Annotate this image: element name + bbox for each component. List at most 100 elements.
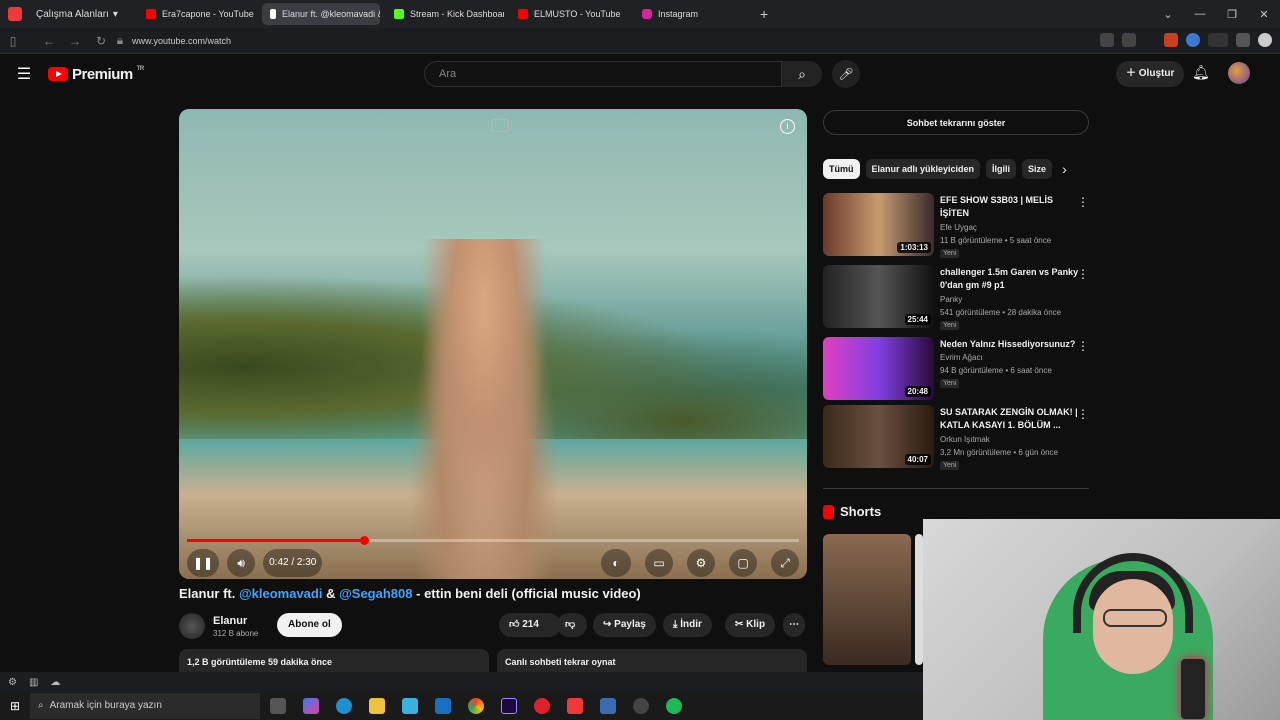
video-player[interactable]: i ❚❚ 🔊︎ 0:42 / 2:30 ◐ ▭ ⚙ ▢ ⤢ — [179, 109, 807, 579]
browser-tab[interactable]: Instagram — [634, 3, 752, 25]
browser-tab-active[interactable]: Elanur ft. @kleomavadi & @ — [262, 3, 380, 25]
subtitles-icon[interactable]: ▭ — [645, 549, 673, 577]
video-thumbnail[interactable]: 20:48 — [823, 337, 934, 400]
pause-icon[interactable]: ❚❚ — [187, 549, 220, 577]
extension-icon[interactable] — [1164, 33, 1178, 47]
miniplayer-icon[interactable] — [491, 119, 509, 132]
tiling-icon[interactable]: ▥ — [29, 677, 38, 688]
chip-for-you[interactable]: Size — [1022, 159, 1053, 179]
forward-icon[interactable]: → — [62, 34, 88, 48]
share-button[interactable]: ↪ Paylaş — [593, 613, 656, 637]
browser-tab[interactable]: Era7capone - YouTube — [138, 3, 256, 25]
youtube-logo[interactable]: Premium TR — [48, 66, 144, 83]
search-icon[interactable]: ⌕ — [782, 61, 822, 87]
reader-icon[interactable] — [1100, 33, 1114, 47]
chevron-right-icon[interactable]: › — [1062, 161, 1067, 177]
premiere-icon[interactable] — [501, 698, 517, 714]
vpn-icon[interactable] — [1208, 33, 1228, 47]
video-thumbnail[interactable]: 40:07 — [823, 405, 934, 468]
short-thumbnail[interactable] — [915, 534, 923, 665]
theater-mode-icon[interactable]: ▢ — [729, 549, 757, 577]
url-field[interactable]: www.youtube.com/watch — [132, 36, 231, 46]
clip-button[interactable]: ✂ Klip — [725, 613, 776, 637]
create-button[interactable]: ＋ Oluştur — [1116, 61, 1185, 87]
recommended-video[interactable]: 25:44 challenger 1.5m Garen vs Panky 0'd… — [823, 265, 1089, 330]
download-button[interactable]: ⤓ İndir — [663, 613, 712, 637]
spotify-icon[interactable] — [666, 698, 682, 714]
more-icon[interactable]: ⋮ — [1077, 339, 1089, 353]
edge-icon[interactable] — [336, 698, 352, 714]
microphone-icon[interactable]: 🎤︎ — [832, 60, 860, 88]
back-icon[interactable]: ← — [36, 34, 62, 48]
video-thumbnail[interactable]: 25:44 — [823, 265, 934, 328]
profile-icon[interactable] — [1258, 33, 1272, 47]
workspaces-menu[interactable]: Çalışma Alanları ▾ — [36, 9, 132, 20]
maximize-icon[interactable]: ❐ — [1216, 8, 1248, 21]
obs-icon[interactable] — [633, 698, 649, 714]
channel-avatar[interactable] — [179, 613, 205, 639]
subscribe-button[interactable]: Abone ol — [277, 613, 342, 637]
minimize-icon[interactable]: — — [1184, 8, 1216, 20]
opera-icon[interactable] — [534, 698, 550, 714]
store-icon[interactable] — [402, 698, 418, 714]
more-icon[interactable]: ⋮ — [1077, 195, 1089, 209]
settings-icon[interactable]: ⚙ — [687, 549, 715, 577]
dislike-icon[interactable]: 👎︎ — [557, 613, 587, 637]
rec-title[interactable]: EFE SHOW S3B03 | MELİS İŞİTEN — [940, 194, 1080, 220]
extension-icon[interactable] — [1186, 33, 1200, 47]
chip-all[interactable]: Tümü — [823, 159, 860, 179]
browser-tab[interactable]: ELMUSTO - YouTube — [510, 3, 628, 25]
bookmark-icon[interactable] — [1122, 33, 1136, 47]
channel-name[interactable]: Elanur — [213, 615, 258, 627]
recommended-video[interactable]: 40:07 SU SATARAK ZENGİN OLMAK! | KATLA K… — [823, 405, 1089, 470]
rec-channel[interactable]: Evrim Ağacı — [940, 353, 983, 362]
settings-icon[interactable]: ⚙ — [8, 677, 17, 688]
task-view-icon[interactable] — [270, 698, 286, 714]
recommended-video[interactable]: 1:03:13 EFE SHOW S3B03 | MELİS İŞİTEN Ef… — [823, 193, 1089, 258]
chip-related[interactable]: İlgili — [986, 159, 1017, 179]
short-thumbnail[interactable] — [823, 534, 911, 665]
vivaldi-logo-icon[interactable] — [8, 7, 22, 21]
avatar[interactable] — [1228, 62, 1250, 84]
chrome-icon[interactable] — [468, 698, 484, 714]
notepad-icon[interactable] — [600, 698, 616, 714]
file-explorer-icon[interactable] — [369, 698, 385, 714]
recommended-video[interactable]: 20:48 Neden Yalnız Hissediyorsunuz? Evri… — [823, 337, 1089, 401]
bell-icon[interactable]: 🔔︎ — [1192, 64, 1210, 81]
show-chat-button[interactable]: Sohbet tekrarını göster — [823, 110, 1089, 135]
mention-link[interactable]: @kleomavadi — [239, 586, 323, 601]
sync-cloud-icon[interactable]: ☁ — [50, 677, 60, 688]
vivaldi-icon[interactable] — [567, 698, 583, 714]
panel-toggle-icon[interactable]: ▯ — [0, 34, 26, 48]
info-icon[interactable]: i — [780, 119, 795, 134]
close-icon[interactable]: ✕ — [1248, 8, 1280, 21]
tab-list-icon[interactable]: ⌄ — [1152, 8, 1184, 21]
search-input[interactable]: Ara — [424, 61, 782, 87]
copilot-icon[interactable] — [303, 698, 319, 714]
volume-icon[interactable]: 🔊︎ — [227, 549, 256, 577]
reload-icon[interactable]: ↻ — [88, 34, 114, 48]
rec-title[interactable]: SU SATARAK ZENGİN OLMAK! | KATLA KASAYI … — [940, 406, 1080, 432]
rec-channel[interactable]: Efe Uygaç — [940, 223, 977, 232]
rec-title[interactable]: Neden Yalnız Hissediyorsunuz? — [940, 338, 1080, 351]
progress-bar[interactable] — [187, 536, 799, 545]
scrubber-handle[interactable] — [360, 536, 370, 545]
taskbar-search[interactable]: ⌕ Aramak için buraya yazın — [30, 693, 260, 719]
mention-link[interactable]: @Segah808 — [339, 586, 412, 601]
rec-title[interactable]: challenger 1.5m Garen vs Panky 0'dan gm … — [940, 266, 1080, 292]
windows-start-icon[interactable]: ⊞ — [0, 699, 30, 713]
rec-channel[interactable]: Panky — [940, 295, 962, 304]
autoplay-toggle[interactable]: ◐ — [601, 549, 631, 577]
rec-channel[interactable]: Orkun Işıtmak — [940, 435, 990, 444]
outlook-icon[interactable] — [435, 698, 451, 714]
like-button[interactable]: 👍︎ 214 — [499, 613, 561, 637]
more-icon[interactable]: ⋮ — [1077, 267, 1089, 281]
browser-tab[interactable]: Stream - Kick Dashboard — [386, 3, 504, 25]
calculator-icon[interactable] — [1236, 33, 1250, 47]
more-icon[interactable]: ⋮ — [1077, 407, 1089, 421]
menu-icon[interactable]: ☰ — [0, 64, 48, 84]
new-tab-icon[interactable]: + — [760, 6, 768, 22]
video-thumbnail[interactable]: 1:03:13 — [823, 193, 934, 256]
fullscreen-icon[interactable]: ⤢ — [771, 549, 799, 577]
more-actions-icon[interactable]: ⋯ — [783, 613, 805, 637]
